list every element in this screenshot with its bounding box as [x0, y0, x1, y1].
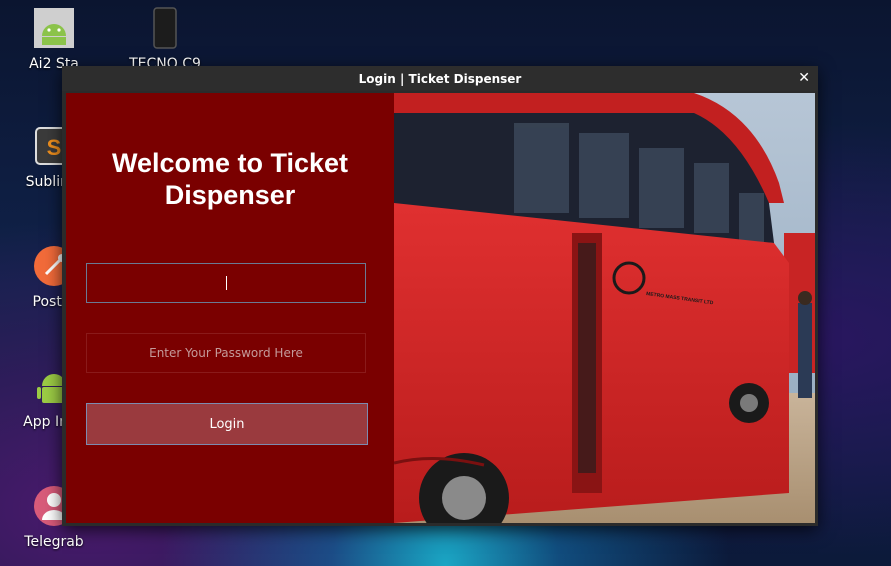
password-placeholder: Enter Your Password Here: [149, 346, 303, 360]
close-icon[interactable]: ✕: [798, 70, 810, 86]
window-titlebar[interactable]: Login | Ticket Dispenser ✕: [62, 66, 818, 91]
desktop-icon-ai2[interactable]: Ai2 Sta: [4, 6, 104, 72]
bus-image: METRO MASS TRANSIT LTD: [394, 93, 815, 523]
desktop-icon-tecno[interactable]: TECNO C9: [115, 6, 215, 72]
desktop-icon-label: Telegrab: [24, 534, 84, 550]
svg-text:S: S: [47, 135, 62, 160]
bus-photo: METRO MASS TRANSIT LTD: [394, 93, 815, 523]
login-button[interactable]: Login: [86, 403, 368, 445]
login-window: Login | Ticket Dispenser ✕ Welcome to Ti…: [62, 66, 818, 526]
window-title: Login | Ticket Dispenser: [358, 71, 522, 86]
window-client-area: Welcome to Ticket Dispenser Enter Your P…: [66, 93, 815, 523]
password-input[interactable]: Enter Your Password Here: [86, 333, 366, 373]
login-panel: Welcome to Ticket Dispenser Enter Your P…: [66, 93, 394, 523]
text-caret: [226, 276, 227, 290]
phone-icon: [143, 6, 187, 50]
username-input[interactable]: [86, 263, 366, 303]
welcome-heading: Welcome to Ticket Dispenser: [111, 148, 349, 210]
android-icon: [32, 6, 76, 50]
